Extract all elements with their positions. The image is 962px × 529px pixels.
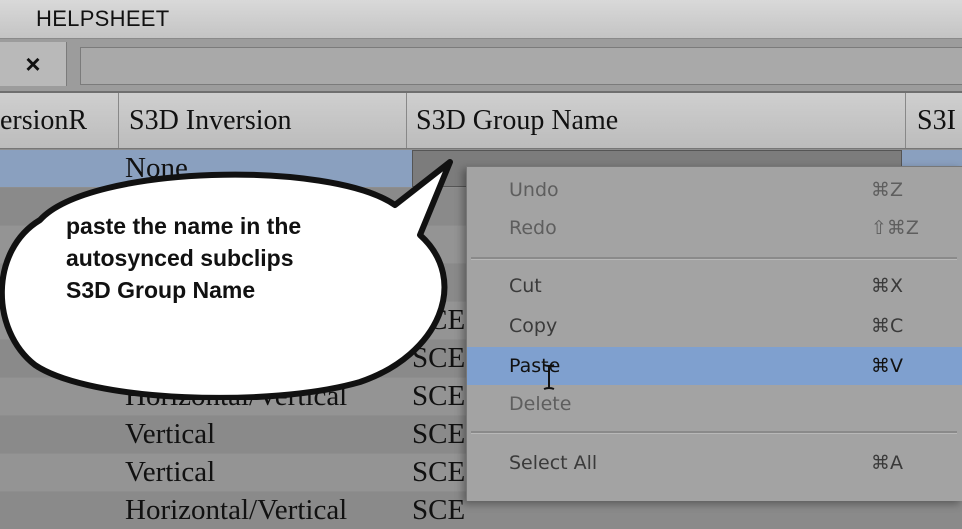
callout-text: paste the name in the autosynced subclip… xyxy=(66,210,376,306)
menu-item-label: Undo xyxy=(509,179,559,201)
menu-item-label: Redo xyxy=(509,217,557,239)
menu-item-label: Cut xyxy=(509,275,542,297)
text-cursor-icon xyxy=(543,364,555,390)
window-titlebar: HELPSHEET xyxy=(0,0,962,39)
menu-separator xyxy=(471,257,957,260)
callout-line: autosynced subclips xyxy=(66,245,294,271)
column-header-s3d-group-name[interactable]: S3D Group Name xyxy=(408,93,906,148)
table-header: ersionR S3D Inversion S3D Group Name S3I xyxy=(0,93,962,149)
menu-item-shortcut: ⌘V xyxy=(871,355,903,377)
menu-item-undo[interactable]: Undo ⌘Z xyxy=(467,171,962,209)
s3d-inversion-cell[interactable]: Horizontal/Vertical xyxy=(125,492,407,529)
menu-item-label: Select All xyxy=(509,452,598,474)
menu-item-shortcut: ⌘A xyxy=(871,452,903,474)
context-menu: Undo ⌘Z Redo ⇧⌘Z Cut ⌘X Copy ⌘C Paste ⌘V… xyxy=(466,166,962,501)
menu-item-copy[interactable]: Copy ⌘C xyxy=(467,307,962,345)
menu-separator xyxy=(471,431,957,434)
tab-strip xyxy=(80,47,962,85)
menu-item-cut[interactable]: Cut ⌘X xyxy=(467,267,962,305)
tab-bar: × xyxy=(0,39,962,93)
window-title: HELPSHEET xyxy=(36,6,170,31)
menu-item-select-all[interactable]: Select All ⌘A xyxy=(467,444,962,482)
close-icon: × xyxy=(25,48,41,79)
menu-item-shortcut: ⌘Z xyxy=(871,179,904,201)
close-tab-button[interactable]: × xyxy=(0,42,67,86)
menu-item-label: Delete xyxy=(509,393,572,415)
menu-item-shortcut: ⌘C xyxy=(871,315,904,337)
s3d-inversion-cell[interactable]: Vertical xyxy=(125,416,407,453)
menu-item-redo[interactable]: Redo ⇧⌘Z xyxy=(467,209,962,247)
column-header-s3d-next[interactable]: S3I xyxy=(907,93,962,148)
menu-item-label: Copy xyxy=(509,315,558,337)
column-header-inversion-r[interactable]: ersionR xyxy=(0,93,119,148)
menu-item-shortcut: ⇧⌘Z xyxy=(871,217,919,239)
s3d-inversion-cell[interactable]: Vertical xyxy=(125,454,407,491)
menu-item-shortcut: ⌘X xyxy=(871,275,904,297)
callout-line: paste the name in the xyxy=(66,213,302,239)
callout-line: S3D Group Name xyxy=(66,277,256,303)
column-header-s3d-inversion[interactable]: S3D Inversion xyxy=(119,93,407,148)
